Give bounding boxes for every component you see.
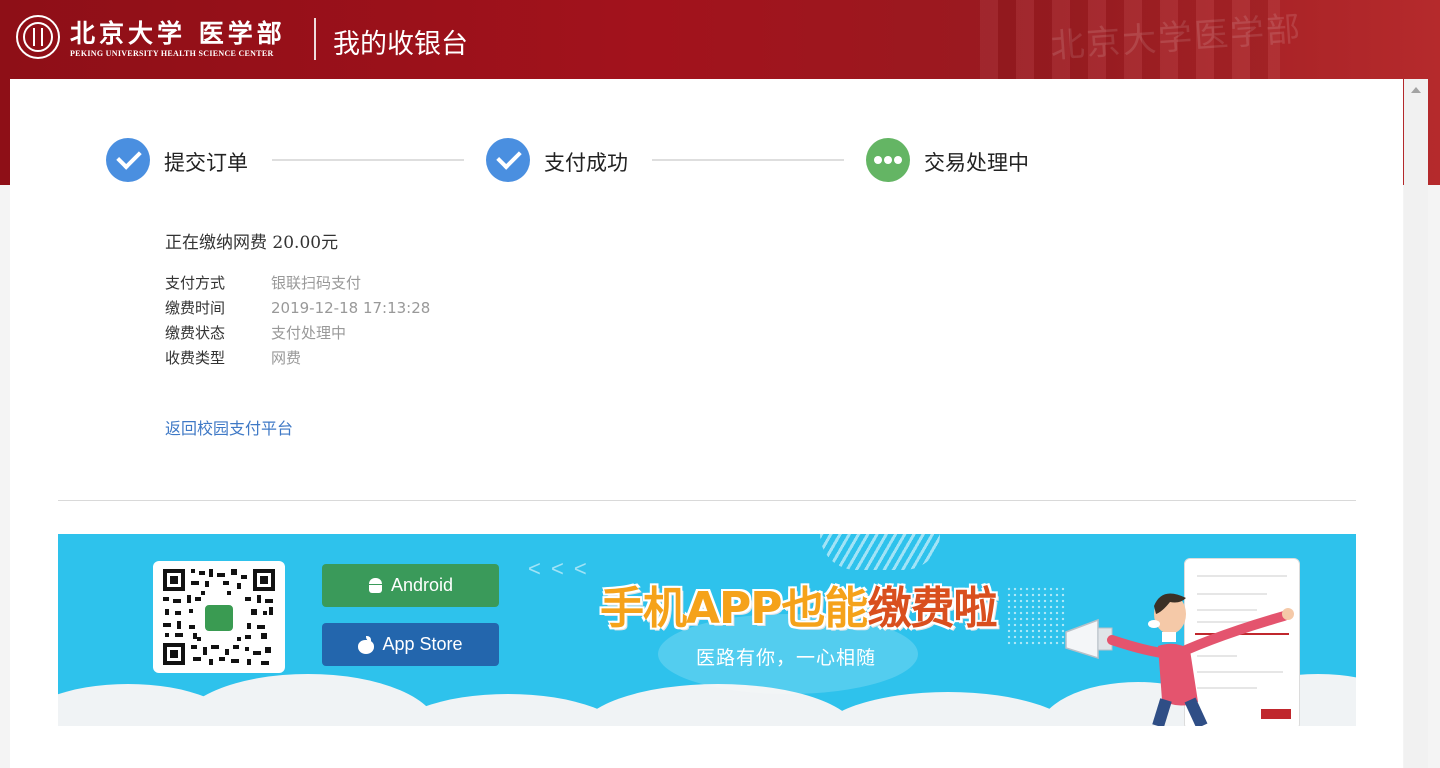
decorative-dot-grid	[1006, 586, 1066, 646]
back-to-campus-payment-link[interactable]: 返回校园支付平台	[165, 415, 293, 439]
header-background-text: 北京大学医学部	[1049, 9, 1304, 67]
step-label: 交易处理中	[924, 151, 1029, 175]
detail-key: 收费类型	[165, 349, 226, 367]
detail-value: 2019-12-18 17:13:28	[271, 299, 431, 317]
detail-key: 缴费时间	[165, 299, 226, 317]
payment-summary: 正在缴纳网费 20.00元	[165, 228, 338, 253]
step-pending-indicator	[866, 138, 910, 182]
detail-key: 缴费状态	[165, 324, 226, 342]
step-done-indicator	[106, 138, 150, 182]
vertical-scrollbar[interactable]	[1404, 79, 1428, 768]
logo-title: 北京大学 医学部	[70, 19, 286, 48]
decorative-chevrons: < < <	[528, 556, 589, 581]
banner-subtitle: 医路有你，一心相随	[696, 647, 877, 669]
step-connector	[272, 159, 464, 161]
banner-headline-part1: 手机APP也能	[600, 583, 869, 634]
university-seal-icon	[16, 15, 60, 59]
summary-text: 正在缴纳网费	[165, 233, 267, 253]
detail-key: 支付方式	[165, 274, 226, 292]
detail-row-type: 收费类型 网费	[165, 347, 301, 368]
step-connector	[652, 159, 844, 161]
detail-row-method: 支付方式 银联扫码支付	[165, 272, 361, 293]
detail-value: 网费	[271, 349, 302, 367]
app-promo-banner[interactable]: Android App Store < < < 手机APP也能缴费啦 医路有你，…	[58, 534, 1356, 726]
apple-icon	[358, 635, 375, 654]
android-icon	[368, 577, 383, 594]
app-download-qr-code	[153, 561, 285, 673]
app-store-label: App Store	[382, 634, 463, 654]
step-done-indicator	[486, 138, 530, 182]
detail-value: 银联扫码支付	[271, 274, 362, 292]
payment-amount: 20.00元	[272, 233, 339, 253]
check-icon	[116, 144, 142, 170]
detail-row-status: 缴费状态 支付处理中	[165, 322, 346, 343]
header-divider	[314, 18, 316, 60]
step-label: 支付成功	[544, 151, 628, 175]
android-download-button[interactable]: Android	[322, 564, 499, 607]
decorative-stripes	[820, 534, 940, 570]
step-label: 提交订单	[164, 151, 248, 175]
app-store-download-button[interactable]: App Store	[322, 623, 499, 666]
detail-row-time: 缴费时间 2019-12-18 17:13:28	[165, 297, 430, 318]
scroll-up-arrow-icon[interactable]	[1411, 87, 1421, 93]
more-dots-icon	[874, 156, 902, 164]
banner-headline: 手机APP也能缴费啦	[600, 572, 998, 636]
detail-value: 支付处理中	[271, 324, 347, 342]
banner-headline-part2: 缴费啦	[867, 583, 998, 634]
logo-subtitle: PEKING UNIVERSITY HEALTH SCIENCE CENTER	[70, 49, 274, 58]
check-icon	[496, 144, 522, 170]
page-title: 我的收银台	[333, 29, 468, 60]
megaphone-person-illustration	[1065, 593, 1294, 726]
section-divider	[58, 500, 1356, 501]
qr-app-logo-icon	[203, 603, 235, 633]
android-label: Android	[390, 575, 454, 595]
